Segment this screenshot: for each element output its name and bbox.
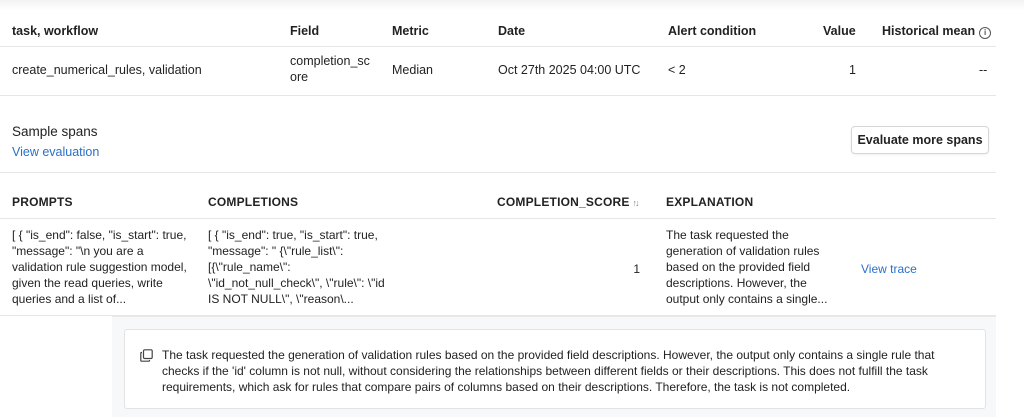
column-field: Field: [290, 24, 320, 38]
column-historical-mean: Historical mean i: [882, 24, 992, 39]
completion-score-cell: 1: [633, 262, 640, 276]
top-fade: [0, 0, 1024, 10]
column-prompts: PROMPTS: [12, 195, 73, 209]
column-value: Value: [823, 24, 856, 38]
view-evaluation-link[interactable]: View evaluation: [12, 145, 99, 159]
column-completions: COMPLETIONS: [208, 195, 299, 209]
column-completion-score[interactable]: COMPLETION_SCORE ↑↓: [497, 195, 640, 209]
metric-value: Median: [392, 63, 433, 77]
alert-condition-value: < 2: [668, 63, 686, 77]
sort-icon[interactable]: ↑↓: [633, 198, 640, 208]
spans-table-header: PROMPTS COMPLETIONS COMPLETION_SCORE ↑↓ E…: [0, 186, 996, 219]
value-value: 1: [849, 63, 856, 77]
explanation-cell: The task requested the generation of val…: [666, 228, 828, 306]
explanation-box: The task requested the generation of val…: [124, 329, 986, 409]
column-date: Date: [498, 24, 526, 38]
table-row[interactable]: [ { "is_end": false, "is_start": true, "…: [0, 219, 996, 316]
column-task: task, workflow: [12, 24, 99, 38]
column-metric: Metric: [392, 24, 429, 38]
sample-spans-title: Sample spans: [12, 124, 98, 139]
column-explanation: EXPLANATION: [666, 195, 754, 209]
alert-table: task, workflow Field Metric Date Alert c…: [0, 14, 996, 96]
historical-mean-label: Historical mean: [882, 24, 976, 38]
evaluate-more-spans-button[interactable]: Evaluate more spans: [851, 126, 989, 154]
completion-cell: [ { "is_end": true, "is_start": true, "m…: [208, 228, 385, 306]
spans-table: PROMPTS COMPLETIONS COMPLETION_SCORE ↑↓ E…: [0, 186, 996, 316]
alert-table-header: task, workflow Field Metric Date Alert c…: [0, 14, 996, 47]
date-value: Oct 27th 2025 04:00 UTC: [498, 63, 641, 77]
field-value: completion_score: [290, 54, 370, 84]
column-alert-condition: Alert condition: [668, 24, 757, 38]
alert-row: create_numerical_rules, validation compl…: [0, 47, 996, 96]
task-workflow-value: create_numerical_rules, validation: [12, 63, 202, 77]
explanation-full-text: The task requested the generation of val…: [162, 348, 935, 394]
alert-details-page: task, workflow Field Metric Date Alert c…: [0, 0, 1024, 418]
expanded-explanation-panel: The task requested the generation of val…: [112, 316, 996, 417]
historical-mean-value: --: [979, 63, 988, 77]
completion-score-label: COMPLETION_SCORE: [497, 195, 630, 209]
view-trace-link[interactable]: View trace: [861, 262, 917, 276]
copy-icon[interactable]: [140, 349, 153, 362]
info-icon[interactable]: i: [979, 27, 992, 39]
sample-spans-section: Sample spans View evaluation Evaluate mo…: [0, 118, 996, 173]
prompt-cell: [ { "is_end": false, "is_start": true, "…: [12, 228, 187, 306]
